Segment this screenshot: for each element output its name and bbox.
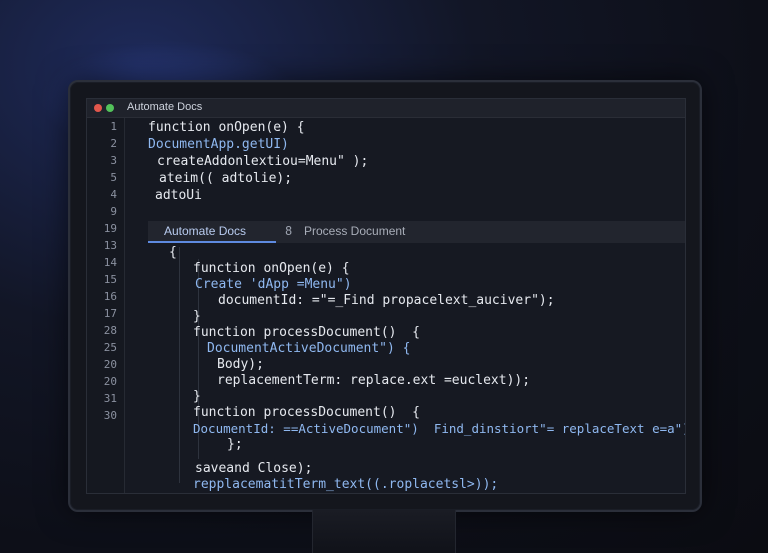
- line-number: 15: [103, 273, 117, 286]
- line-number: 5: [110, 171, 117, 184]
- editor-tab-bar: Automate Docs 8 Process Document: [148, 221, 685, 243]
- code-line[interactable]: Body);: [217, 357, 264, 372]
- code-line[interactable]: DocumentActiveDocument") {: [207, 341, 411, 356]
- line-number: 4: [110, 188, 117, 201]
- line-number: 2: [110, 137, 117, 150]
- tab-process-document[interactable]: Process Document: [304, 224, 405, 238]
- code-line[interactable]: {: [169, 245, 177, 260]
- code-line[interactable]: saveand Close);: [195, 461, 312, 476]
- monitor-bezel: Automate Docs 1 2 3 5 4 9 19 13 14 15 16…: [68, 80, 702, 512]
- code-line[interactable]: }: [151, 493, 159, 494]
- code-line[interactable]: }: [193, 309, 201, 324]
- active-tab-indicator: [148, 241, 276, 243]
- line-number: 30: [103, 409, 117, 422]
- line-number: 14: [103, 256, 117, 269]
- code-line[interactable]: Create 'dApp =Menu"): [195, 277, 352, 292]
- code-line[interactable]: function processDocument() {: [193, 325, 420, 340]
- close-window-dot[interactable]: [94, 104, 102, 112]
- code-line[interactable]: createAddonlextiou=Menu" );: [157, 154, 368, 169]
- indent-guide: [179, 247, 180, 483]
- line-number: 1: [110, 120, 117, 133]
- line-number: 19: [103, 222, 117, 235]
- code-line[interactable]: repplacematitTerm_text((.roplacetsl>));: [193, 477, 498, 492]
- code-line[interactable]: };: [227, 437, 243, 452]
- code-line[interactable]: replacementTerm: replace.ext =euclext));: [217, 373, 530, 388]
- line-number: 28: [103, 324, 117, 337]
- monitor-stand: [312, 510, 456, 553]
- tab-file-icon: 8: [285, 224, 293, 238]
- line-number: 3: [110, 154, 117, 167]
- line-number: 25: [103, 341, 117, 354]
- line-number: 13: [103, 239, 117, 252]
- line-number: 20: [103, 375, 117, 388]
- code-line[interactable]: }: [193, 389, 201, 404]
- code-line[interactable]: function onOpen(e) {: [148, 120, 305, 135]
- line-number-gutter: 1 2 3 5 4 9 19 13 14 15 16 17 28 25 20 2…: [87, 118, 125, 493]
- line-number: 20: [103, 358, 117, 371]
- code-line[interactable]: documentId: ="=_Find propacelext_auciver…: [218, 293, 555, 308]
- line-number: 9: [110, 205, 117, 218]
- code-line[interactable]: function processDocument() {: [193, 405, 420, 420]
- tab-automate-docs[interactable]: Automate Docs: [164, 224, 246, 238]
- code-line[interactable]: ateim(( adtolie);: [159, 171, 292, 186]
- code-line[interactable]: DocumentId: ==ActiveDocument") Find_dins…: [193, 421, 685, 436]
- window-title: Automate Docs: [127, 101, 203, 113]
- code-line[interactable]: DocumentApp.getUI): [148, 137, 289, 152]
- editor-window: Automate Docs 1 2 3 5 4 9 19 13 14 15 16…: [86, 98, 686, 494]
- maximize-window-dot[interactable]: [106, 104, 114, 112]
- code-line[interactable]: function onOpen(e) {: [193, 261, 350, 276]
- title-bar: Automate Docs: [87, 99, 685, 118]
- line-number: 16: [103, 290, 117, 303]
- line-number: 17: [103, 307, 117, 320]
- line-number: 31: [103, 392, 117, 405]
- code-line[interactable]: adtoUi: [155, 188, 202, 203]
